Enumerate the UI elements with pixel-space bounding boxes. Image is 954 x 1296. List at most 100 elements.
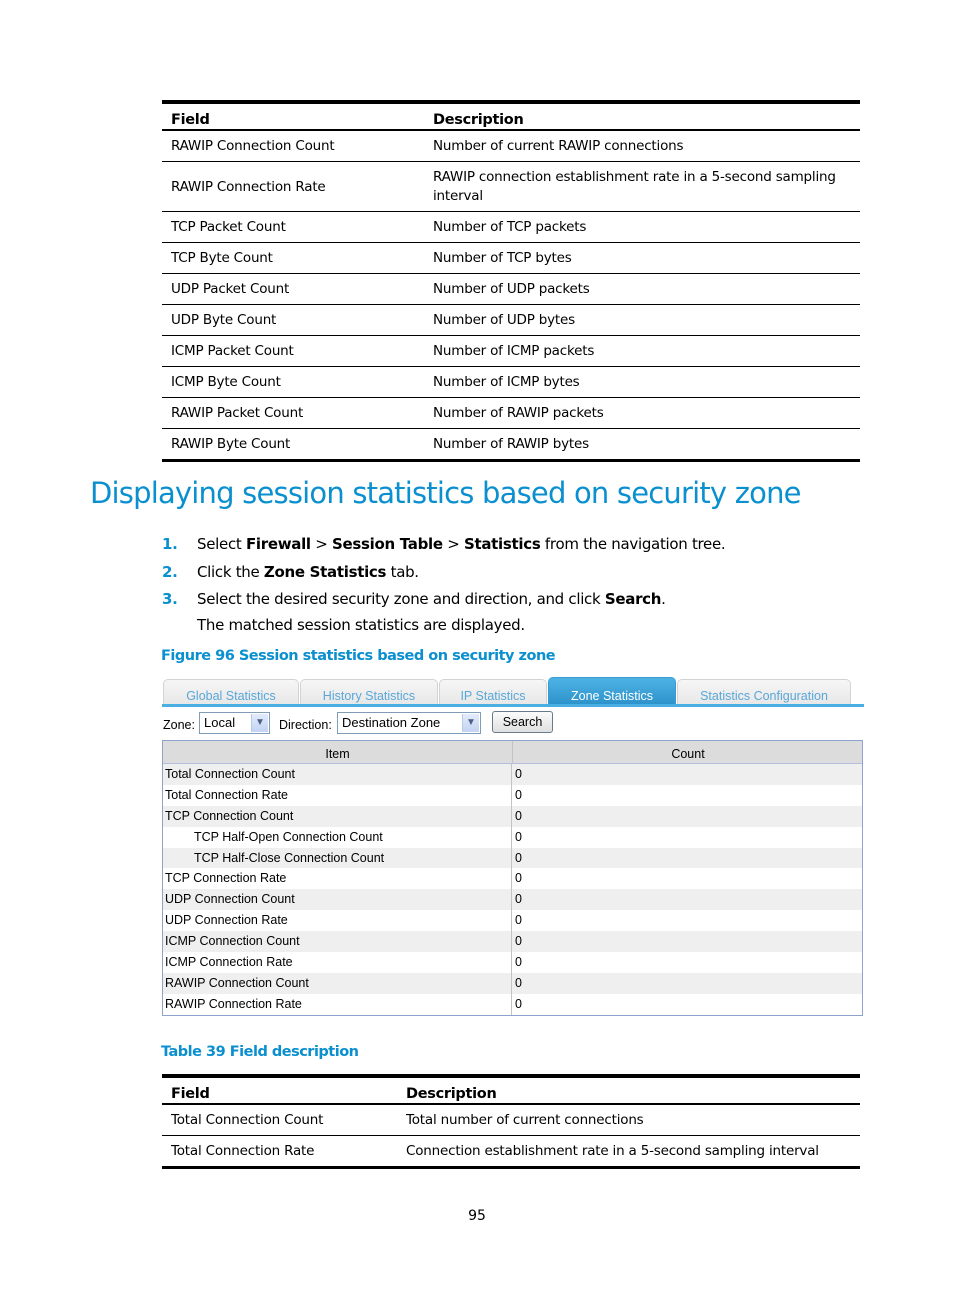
- zone-label: Zone:: [163, 718, 195, 732]
- field-cell: ICMP Byte Count: [162, 366, 424, 398]
- header-field: Field: [162, 100, 424, 131]
- field-cell: TCP Packet Count: [162, 211, 424, 243]
- grid-row: TCP Half-Open Connection Count 0: [163, 827, 862, 848]
- table-row: UDP Byte Count Number of UDP bytes: [162, 304, 860, 336]
- field-cell: RAWIP Connection Rate: [162, 161, 424, 212]
- table-row: Total Connection Rate Connection establis…: [162, 1135, 860, 1169]
- description-cell: Connection establishment rate in a 5-sec…: [397, 1135, 860, 1169]
- field-cell: UDP Byte Count: [162, 304, 424, 336]
- step-note: The matched session statistics are displ…: [197, 616, 525, 634]
- grid-row: UDP Connection Count 0: [163, 889, 862, 911]
- grid-count-cell: 0: [515, 975, 522, 990]
- grid-item-cell: RAWIP Connection Rate: [165, 996, 302, 1011]
- grid-count-cell: 0: [515, 871, 522, 886]
- grid-count-cell: 0: [515, 808, 522, 823]
- header-description: Description: [424, 100, 860, 131]
- description-cell: Number of RAWIP packets: [424, 397, 860, 429]
- tab-bar: Global Statistics History Statistics IP …: [162, 677, 864, 707]
- table-row: ICMP Packet Count Number of ICMP packets: [162, 335, 860, 367]
- grid-item-cell: ICMP Connection Rate: [165, 955, 293, 970]
- field-table-top: Field Description RAWIP Connection Count…: [162, 100, 860, 462]
- page-number: 95: [468, 1208, 486, 1224]
- step-text-part: .: [661, 590, 666, 608]
- step-text-part: tab.: [386, 562, 419, 581]
- grid-item-cell: UDP Connection Rate: [165, 913, 288, 928]
- direction-label: Direction:: [279, 718, 332, 732]
- grid-item-cell: TCP Half-Close Connection Count: [194, 850, 385, 865]
- grid-item-cell: Total Connection Count: [165, 767, 295, 781]
- description-cell: RAWIP connection establishment rate in a…: [424, 161, 860, 212]
- direction-select[interactable]: Destination Zone ▼: [337, 712, 481, 734]
- description-cell: Number of ICMP packets: [424, 335, 860, 367]
- table-row: UDP Packet Count Number of UDP packets: [162, 273, 860, 305]
- grid-count-cell: 0: [515, 767, 522, 781]
- grid-row: TCP Connection Rate 0: [163, 868, 862, 889]
- grid-row: Total Connection Rate 0: [163, 785, 862, 806]
- grid-item-cell: UDP Connection Count: [165, 892, 295, 907]
- table-row: TCP Byte Count Number of TCP bytes: [162, 242, 860, 274]
- field-cell: ICMP Packet Count: [162, 335, 424, 367]
- zone-statistics-ui: Global Statistics History Statistics IP …: [162, 676, 864, 1016]
- field-table-39: Field Description Total Connection Count…: [162, 1074, 860, 1169]
- table-row: RAWIP Packet Count Number of RAWIP packet…: [162, 397, 860, 429]
- description-cell: Number of ICMP bytes: [424, 366, 860, 398]
- search-button[interactable]: Search: [492, 711, 553, 733]
- chevron-down-icon[interactable]: ▼: [462, 714, 479, 732]
- ui-term: Search: [604, 590, 662, 608]
- zone-select[interactable]: Local ▼: [199, 712, 270, 734]
- table-row: RAWIP Connection Rate RAWIP connection es…: [162, 161, 860, 212]
- tab-zone-statistics[interactable]: Zone Statistics: [548, 677, 676, 707]
- grid-item-cell: TCP Connection Rate: [165, 871, 287, 886]
- step-number: 1.: [162, 535, 178, 553]
- tab-global-statistics[interactable]: Global Statistics: [163, 679, 299, 707]
- grid-body: Total Connection Count 0 Total Connection …: [163, 764, 862, 1015]
- tab-ip-statistics[interactable]: IP Statistics: [439, 679, 547, 707]
- step-text: Select the desired security zone and dir…: [197, 589, 666, 609]
- step-text-part: >: [442, 535, 464, 553]
- description-cell: Number of UDP packets: [424, 273, 860, 305]
- grid-item-cell: TCP Half-Open Connection Count: [194, 829, 383, 844]
- grid-count-cell: 0: [515, 829, 522, 844]
- table-row: RAWIP Connection Count Number of current …: [162, 130, 860, 162]
- field-cell: UDP Packet Count: [162, 273, 424, 305]
- description-cell: Number of UDP bytes: [424, 304, 860, 336]
- grid-count-cell: 0: [515, 892, 522, 907]
- field-cell: Total Connection Count: [162, 1104, 397, 1136]
- grid-header: Item Count: [163, 741, 862, 767]
- grid-count-cell: 0: [515, 955, 522, 970]
- tab-underline: [162, 704, 864, 707]
- grid-row: TCP Half-Close Connection Count 0: [163, 847, 862, 869]
- grid-item-cell: TCP Connection Count: [165, 808, 294, 823]
- field-cell: RAWIP Packet Count: [162, 397, 424, 429]
- ui-term: Zone Statistics: [263, 562, 387, 581]
- tab-history-statistics[interactable]: History Statistics: [300, 679, 438, 707]
- grid-count-cell: 0: [515, 850, 522, 865]
- column-divider: [511, 764, 512, 1015]
- step-text-part: Select: [197, 535, 246, 553]
- direction-select-value: Destination Zone: [342, 715, 441, 730]
- table-row: RAWIP Byte Count Number of RAWIP bytes: [162, 428, 860, 462]
- tab-statistics-configuration[interactable]: Statistics Configuration: [677, 679, 851, 707]
- table-row: Total Connection Count Total number of cu…: [162, 1104, 860, 1136]
- header-description: Description: [397, 1074, 860, 1105]
- grid-count-cell: 0: [515, 787, 522, 802]
- grid-row: Total Connection Count 0: [163, 764, 862, 785]
- chevron-down-icon[interactable]: ▼: [251, 714, 268, 732]
- field-cell: TCP Byte Count: [162, 242, 424, 274]
- statistics-grid: Item Count Total Connection Count 0 Total …: [162, 740, 863, 1016]
- step-number: 2.: [162, 562, 178, 581]
- ui-term: Session Table: [332, 535, 443, 553]
- grid-row: TCP Connection Count 0: [163, 805, 862, 827]
- grid-row: ICMP Connection Count 0: [163, 931, 862, 953]
- step-number: 3.: [162, 590, 178, 608]
- field-cell: Total Connection Rate: [162, 1135, 397, 1169]
- header-field: Field: [162, 1074, 397, 1105]
- step-text-part: >: [310, 535, 332, 553]
- filter-bar: Zone: Local ▼ Direction: Destination Zon…: [162, 710, 864, 734]
- step-text: Select Firewall > Session Table > Statis…: [197, 534, 726, 554]
- step-text-part: from the navigation tree.: [540, 535, 726, 553]
- grid-count-cell: 0: [515, 934, 522, 949]
- table-caption: Table 39 Field description: [161, 1044, 359, 1060]
- grid-item-cell: Total Connection Rate: [165, 787, 288, 802]
- field-cell: RAWIP Byte Count: [162, 428, 424, 462]
